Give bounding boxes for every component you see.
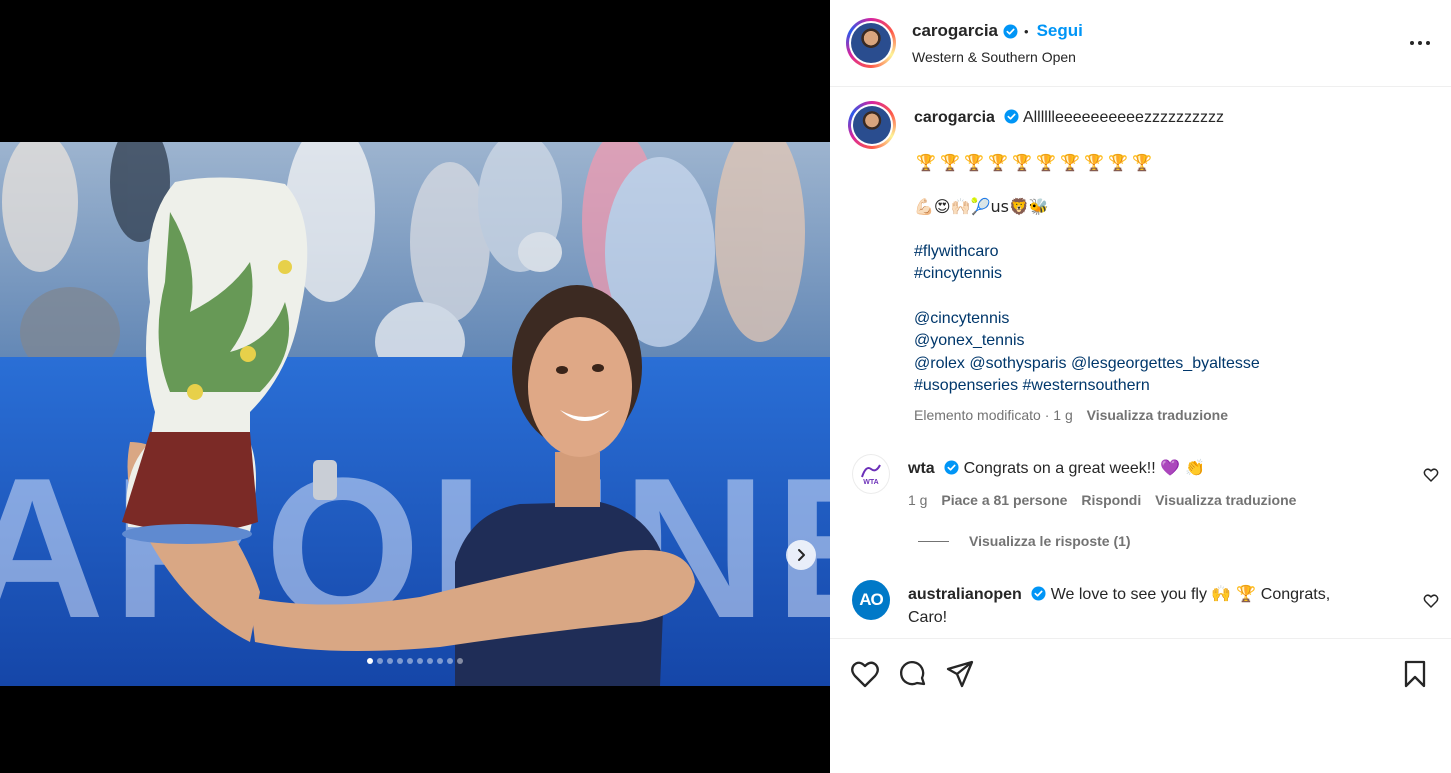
comment-username[interactable]: wta [908,460,935,477]
caption: carogarcia Alllllleeeeeeeeeezzzzzzzzzz 🏆… [830,101,1451,426]
wta-logo-icon [861,464,881,477]
share-button[interactable] [946,660,974,688]
post-header: carogarcia • Segui Western & Southern Op… [830,0,1451,87]
chevron-right-icon [798,549,805,561]
mention-yonex-tennis[interactable]: @yonex_tennis [914,330,1435,353]
next-slide-button[interactable] [786,540,816,570]
hashtag-cincytennis[interactable]: #cincytennis [914,263,1435,286]
trophy-emoji: 🏆 [1060,152,1080,172]
caption-text: Alllllleeeeeeeeeezzzzzzzzzz [1022,109,1224,126]
author-username[interactable]: carogarcia [912,21,998,41]
post-photo[interactable]: AROLINE [0,142,830,686]
trophy-emoji: 🏆 [916,152,936,172]
emoji-prefix: 💪🏻😍🙌🏻🎾 [914,197,991,216]
comment-likes-link[interactable]: Piace a 81 persone [941,492,1067,508]
hashtag-flywithcaro[interactable]: #flywithcaro [914,241,1435,264]
carousel-dot [437,658,443,664]
carousel-dot [377,658,383,664]
comment-time: 1 g [908,491,928,508]
caption-username[interactable]: carogarcia [914,109,995,126]
verified-badge-icon [1003,23,1018,39]
comment-emoji: 🙌 🏆 [1211,584,1257,603]
caption-trophy-line: 🏆 🏆 🏆 🏆 🏆 🏆 🏆 🏆 🏆 🏆 [914,152,1435,175]
like-button[interactable] [850,660,880,688]
bookmark-icon [1404,660,1426,687]
trophy-emoji: 🏆 [1012,152,1032,172]
more-options-icon[interactable] [1409,33,1431,53]
post-actions-bar [830,638,1451,708]
carousel-dot [407,658,413,664]
hashtag-westernsouthern[interactable]: #westernsouthern [1023,377,1150,394]
emoji-suffix: 🦁🐝 [1008,197,1049,216]
save-button[interactable] [1403,660,1427,688]
trophy-emoji: 🏆 [1036,152,1056,172]
mention-rolex[interactable]: @rolex [914,355,965,372]
view-replies-label: Visualizza le risposte (1) [969,533,1131,549]
verified-badge-icon [944,460,959,475]
comment-icon [900,660,926,685]
comment-translate-link[interactable]: Visualizza traduzione [1155,492,1296,508]
heart-icon [851,661,879,687]
emoji-us-text: us [990,197,1009,216]
view-replies-button[interactable]: Visualizza le risposte (1) [918,533,1131,549]
comment-australianopen: AO australianopen We love to see you fly… [830,580,1451,629]
comment-text-line2: Caro! [908,608,948,626]
caption-emoji-line: 💪🏻😍🙌🏻🎾us🦁🐝 [914,196,1435,219]
trophy-emoji: 🏆 [940,152,960,172]
australianopen-avatar[interactable]: AO [852,580,890,620]
author-avatar[interactable] [846,18,896,68]
caption-edited-time: Elemento modificato · 1 g [914,406,1073,423]
trophy-emoji: 🏆 [1084,152,1104,172]
verified-badge-icon [1004,109,1019,124]
comment-text-before: We love to see you fly [1050,586,1207,603]
comment-text: Congrats on a great week!! [963,460,1156,477]
share-icon [946,660,974,687]
replies-divider [918,540,949,542]
comment-like-icon[interactable] [1423,467,1439,483]
comment-username[interactable]: australianopen [908,586,1022,603]
caption-avatar[interactable] [848,101,896,149]
caption-translate-link[interactable]: Visualizza traduzione [1087,407,1228,423]
mention-lesgeorgettes[interactable]: @lesgeorgettes_byaltesse [1071,355,1260,372]
carousel-dot [387,658,393,664]
trophy-emoji: 🏆 [964,152,984,172]
carousel-dot [457,658,463,664]
comment-reply-link[interactable]: Rispondi [1081,492,1141,508]
media-pane: AROLINE [0,0,830,773]
comments-section: carogarcia Alllllleeeeeeeeeezzzzzzzzzz 🏆… [830,88,1451,638]
carousel-dots [0,658,830,664]
trophy-emoji: 🏆 [1108,152,1128,172]
comment-like-icon[interactable] [1423,593,1439,609]
trophy-emoji: 🏆 [988,152,1008,172]
mention-cincytennis[interactable]: @cincytennis [914,308,1435,331]
comment-emoji: 💜 👏 [1160,458,1206,477]
trophy-emoji: 🏆 [1132,152,1152,172]
hashtag-usopenseries[interactable]: #usopenseries [914,377,1018,394]
comment-button[interactable] [898,659,928,689]
post-side-panel: carogarcia • Segui Western & Southern Op… [830,0,1451,773]
carousel-dot [417,658,423,664]
follow-button[interactable]: Segui [1037,21,1083,41]
verified-badge-icon [1031,586,1046,601]
header-separator: • [1024,23,1029,39]
comment-text-after: Congrats, [1260,586,1331,603]
mention-sothysparis[interactable]: @sothysparis [969,355,1066,372]
wta-logo-text: WTA [863,478,879,486]
carousel-dot [427,658,433,664]
wta-avatar[interactable]: WTA [852,454,890,494]
carousel-dot [447,658,453,664]
carousel-dot [397,658,403,664]
post-location[interactable]: Western & Southern Open [912,49,1083,65]
carousel-dot [367,658,373,664]
comment-wta: WTA wta Congrats on a great week!! 💜 👏 1… [830,454,1451,511]
photo-illustration: AROLINE [0,142,830,686]
